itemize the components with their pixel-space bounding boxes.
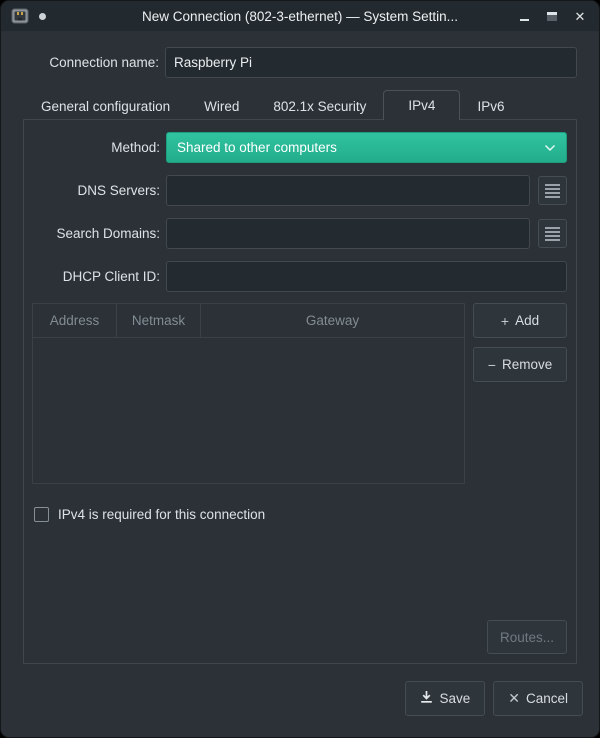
maximize-icon: [547, 12, 557, 21]
tab-8021x-security[interactable]: 802.1x Security: [256, 93, 383, 119]
ipv4-tab-panel: Method: Shared to other computers DNS Se…: [23, 119, 577, 664]
chevron-down-icon: [544, 144, 556, 152]
ipv4-required-checkbox[interactable]: [34, 507, 49, 522]
dhcp-client-id-label: DHCP Client ID:: [30, 269, 160, 284]
maximize-button[interactable]: [543, 7, 561, 25]
column-header-address[interactable]: Address: [33, 304, 117, 337]
minimize-icon: [520, 19, 529, 21]
search-domains-input[interactable]: [166, 218, 530, 249]
add-button-label: Add: [515, 313, 539, 328]
window-pin-dot-icon[interactable]: [39, 13, 46, 20]
method-label: Method:: [30, 140, 160, 155]
tabbar: General configuration Wired 802.1x Secur…: [23, 89, 577, 119]
panel-spacer: [30, 524, 567, 620]
method-dropdown[interactable]: Shared to other computers: [166, 132, 567, 163]
search-domains-label: Search Domains:: [30, 226, 160, 241]
connection-name-input[interactable]: [165, 47, 577, 78]
dns-servers-list-button[interactable]: [538, 176, 567, 205]
ethernet-icon: [11, 8, 29, 24]
ip-address-table-body[interactable]: [33, 338, 464, 483]
column-header-gateway[interactable]: Gateway: [201, 304, 464, 337]
remove-button[interactable]: − Remove: [473, 347, 567, 382]
tab-wired[interactable]: Wired: [187, 93, 256, 119]
routes-button[interactable]: Routes...: [487, 620, 567, 654]
ipv4-required-label: IPv4 is required for this connection: [58, 507, 265, 522]
window-title: New Connection (802-3-ethernet) — System…: [1, 9, 599, 24]
tab-ipv6[interactable]: IPv6: [460, 93, 521, 119]
add-button[interactable]: + Add: [473, 303, 567, 338]
dhcp-client-id-input[interactable]: [166, 261, 567, 292]
save-button-label: Save: [439, 691, 470, 706]
tab-ipv4[interactable]: IPv4: [383, 90, 460, 120]
minus-icon: −: [488, 357, 496, 373]
plus-icon: +: [501, 313, 509, 329]
cancel-button-label: Cancel: [526, 691, 568, 706]
minimize-button[interactable]: [515, 7, 533, 25]
x-icon: ✕: [508, 690, 520, 707]
list-edit-icon: [545, 184, 560, 198]
cancel-button[interactable]: ✕ Cancel: [493, 681, 583, 716]
search-domains-list-button[interactable]: [538, 219, 567, 248]
save-icon: [420, 690, 433, 707]
titlebar[interactable]: New Connection (802-3-ethernet) — System…: [1, 1, 599, 31]
close-icon: ✕: [575, 10, 586, 23]
remove-button-label: Remove: [502, 357, 552, 372]
method-dropdown-value: Shared to other computers: [177, 140, 337, 155]
column-header-netmask[interactable]: Netmask: [117, 304, 201, 337]
ip-address-table-header: Address Netmask Gateway: [33, 304, 464, 338]
dns-servers-input[interactable]: [166, 175, 530, 206]
connection-name-label: Connection name:: [23, 55, 159, 70]
ip-address-table[interactable]: Address Netmask Gateway: [32, 303, 465, 484]
close-button[interactable]: ✕: [571, 7, 589, 25]
settings-window: New Connection (802-3-ethernet) — System…: [0, 0, 600, 738]
dns-servers-label: DNS Servers:: [30, 183, 160, 198]
tab-general-configuration[interactable]: General configuration: [24, 93, 187, 119]
list-edit-icon: [545, 227, 560, 241]
save-button[interactable]: Save: [405, 681, 485, 716]
